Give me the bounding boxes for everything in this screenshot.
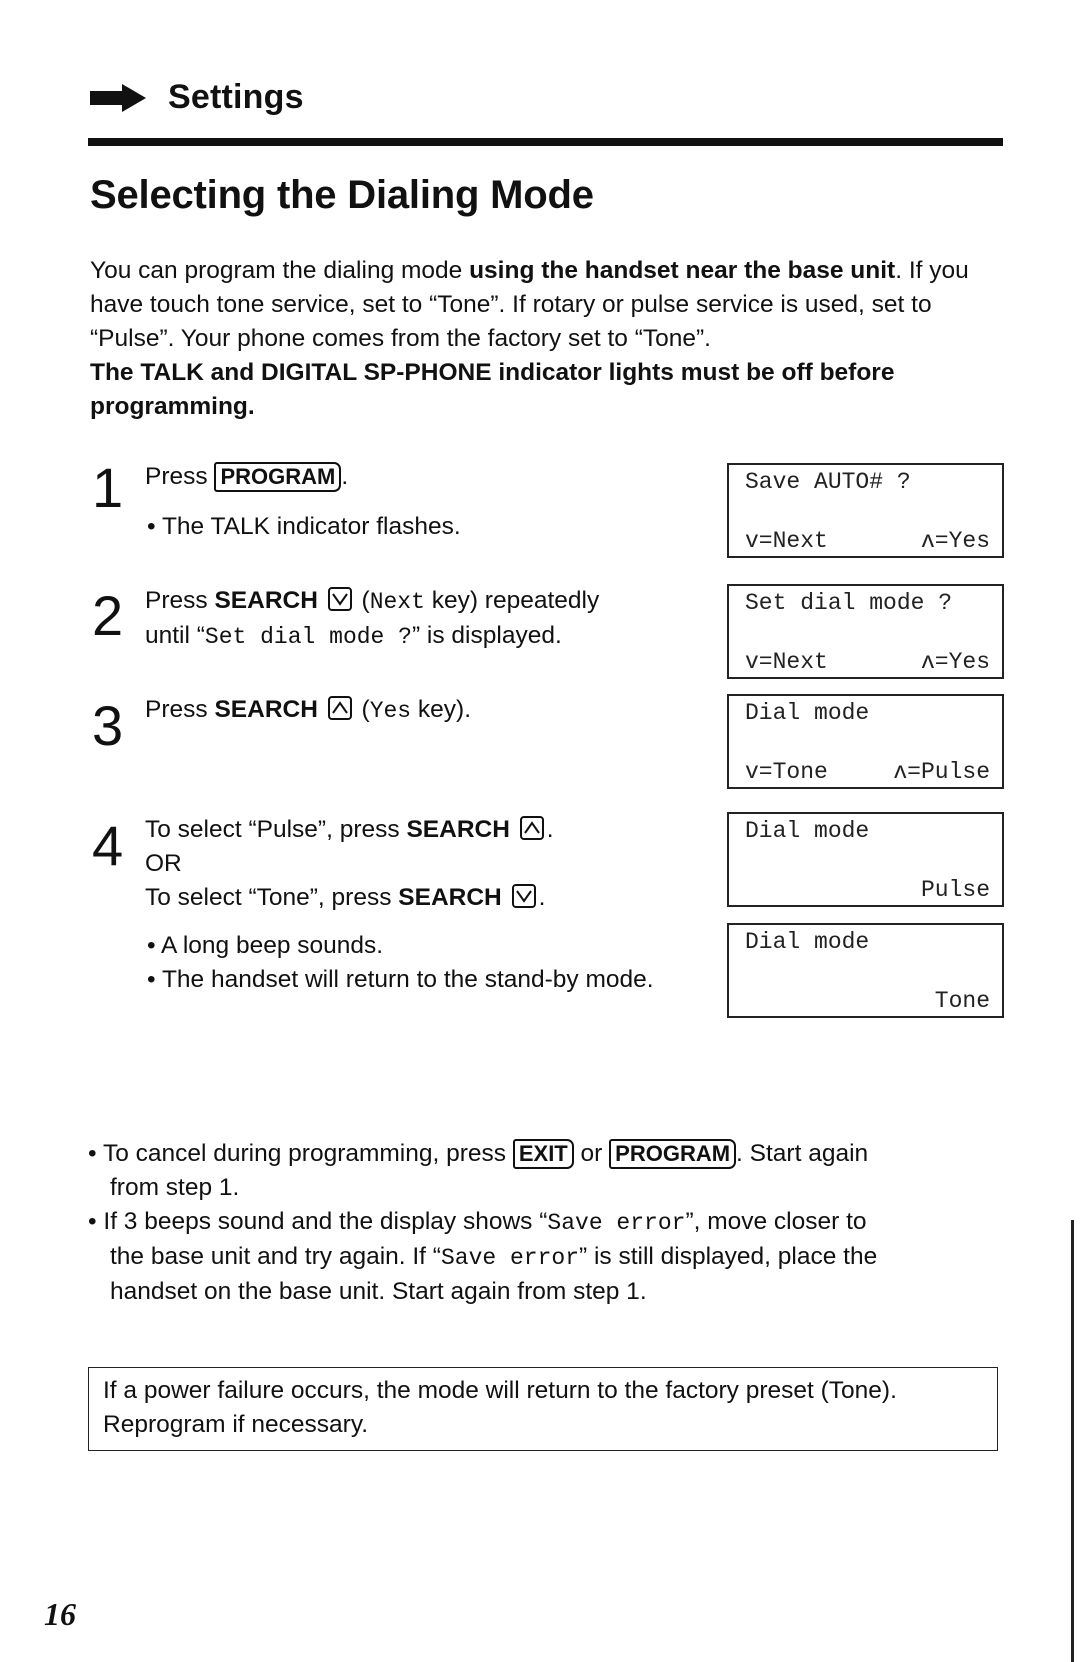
lcd-display: Dial mode v=Tone ʌ=Pulse bbox=[727, 694, 1004, 789]
lcd-line-2-right: Pulse bbox=[920, 877, 990, 903]
lcd-line-2-right: ʌ=Yes bbox=[920, 528, 990, 554]
step-1-end: . bbox=[341, 463, 349, 490]
lcd-line-1: Dial mode bbox=[745, 700, 870, 726]
note-text: To cancel during programming, press bbox=[102, 1140, 513, 1167]
step-3-text: Press SEARCH (Yes key). bbox=[145, 693, 471, 728]
lcd-line-1: Dial mode bbox=[745, 929, 870, 955]
search-up-button-icon bbox=[519, 816, 544, 840]
bullet-item: • The handset will return to the stand-b… bbox=[147, 963, 667, 997]
lcd-line-2-left: v=Next bbox=[745, 649, 828, 675]
search-label: SEARCH bbox=[398, 884, 502, 911]
intro-text: You can program the dialing mode bbox=[90, 257, 470, 284]
search-label: SEARCH bbox=[406, 816, 510, 843]
yes-key-label: Yes bbox=[369, 698, 412, 724]
step-number-1: 1 bbox=[92, 456, 124, 519]
bullet-dot: • bbox=[88, 1208, 97, 1235]
paren: key). bbox=[411, 696, 472, 723]
step-number-4: 4 bbox=[92, 814, 124, 877]
select-tone-text: To select “Tone”, press bbox=[145, 884, 399, 911]
bullet-item: • A long beep sounds. bbox=[147, 929, 667, 963]
bullet-dot: • bbox=[147, 513, 156, 540]
search-up-button-icon bbox=[327, 696, 352, 720]
bullet-text: The TALK indicator flashes. bbox=[161, 513, 461, 540]
paren: key) repeatedly bbox=[424, 587, 600, 614]
select-pulse-text: To select “Pulse”, press bbox=[145, 816, 407, 843]
lcd-line-2-right: ʌ=Yes bbox=[920, 649, 990, 675]
program-key: PROGRAM bbox=[609, 1139, 737, 1169]
intro-bold-text: using the handset near the base unit bbox=[469, 257, 896, 284]
note-text: handset on the base unit. Start again fr… bbox=[110, 1278, 647, 1305]
note-text: from step 1. bbox=[110, 1174, 240, 1201]
lcd-line-1: Dial mode bbox=[745, 818, 870, 844]
note-text: ” is still displayed, place the bbox=[579, 1243, 878, 1270]
step-1-bullet: • The TALK indicator flashes. bbox=[147, 510, 461, 544]
paren: ( bbox=[354, 696, 370, 723]
notice-text: If a power failure occurs, the mode will… bbox=[103, 1374, 993, 1442]
intro-paragraph: You can program the dialing mode using t… bbox=[90, 254, 1010, 424]
step-3-press: Press bbox=[145, 696, 215, 723]
lcd-line-1: Set dial mode ? bbox=[745, 590, 953, 616]
lcd-display: Dial mode Tone bbox=[727, 923, 1004, 1018]
note-text: or bbox=[573, 1140, 610, 1167]
step-number-3: 3 bbox=[92, 694, 124, 757]
section-header: Settings bbox=[90, 78, 304, 117]
arrow-right-icon bbox=[90, 83, 146, 112]
bullet-dot: • bbox=[88, 1140, 97, 1167]
lcd-line-2-right: ʌ=Pulse bbox=[893, 759, 990, 785]
note-error: • If 3 beeps sound and the display shows… bbox=[88, 1205, 1008, 1309]
lcd-display: Set dial mode ? v=Next ʌ=Yes bbox=[727, 584, 1004, 679]
paren: ( bbox=[354, 587, 370, 614]
error-display-text: Save error bbox=[440, 1245, 579, 1271]
note-cancel: • To cancel during programming, press EX… bbox=[88, 1137, 1008, 1205]
search-label: SEARCH bbox=[214, 587, 318, 614]
note-text: ”, move closer to bbox=[685, 1208, 867, 1235]
search-down-button-icon bbox=[327, 587, 352, 611]
lcd-line-2-left: v=Next bbox=[745, 528, 828, 554]
note-text: the base unit and try again. If “ bbox=[110, 1243, 441, 1270]
until-text: until “ bbox=[145, 622, 205, 649]
exit-key: EXIT bbox=[512, 1139, 574, 1169]
page-number: 16 bbox=[44, 1596, 76, 1632]
intro-warning: The TALK and DIGITAL SP-PHONE indicator … bbox=[90, 359, 895, 420]
note-text: . Start again bbox=[736, 1140, 869, 1167]
until-end-text: ” is displayed. bbox=[411, 622, 562, 649]
notice-line: Reprogram if necessary. bbox=[103, 1411, 369, 1438]
lcd-display: Save AUTO# ? v=Next ʌ=Yes bbox=[727, 463, 1004, 558]
next-key-label: Next bbox=[369, 589, 425, 615]
section-title: Settings bbox=[168, 78, 304, 116]
lcd-display: Dial mode Pulse bbox=[727, 812, 1004, 907]
page-edge-line bbox=[1071, 1220, 1074, 1662]
error-display-text: Save error bbox=[547, 1210, 686, 1236]
bullet-dot: • bbox=[147, 966, 156, 993]
step-1-press: Press bbox=[145, 463, 215, 490]
notice-line: If a power failure occurs, the mode will… bbox=[103, 1377, 897, 1404]
step-2-text: Press SEARCH (Next key) repeatedly until… bbox=[145, 584, 599, 654]
program-key: PROGRAM bbox=[214, 462, 342, 492]
step-4-text: To select “Pulse”, press SEARCH . OR To … bbox=[145, 816, 554, 911]
search-label: SEARCH bbox=[214, 696, 318, 723]
bullet-dot: • bbox=[147, 932, 156, 959]
lcd-line-2-right: Tone bbox=[934, 988, 990, 1014]
lcd-line-1: Save AUTO# ? bbox=[745, 469, 911, 495]
notice-box: If a power failure occurs, the mode will… bbox=[88, 1367, 998, 1451]
step-2-press: Press bbox=[145, 587, 215, 614]
lcd-line-2-left: v=Tone bbox=[745, 759, 828, 785]
bullet-text: The handset will return to the stand-by … bbox=[161, 966, 654, 993]
search-down-button-icon bbox=[511, 884, 536, 908]
note-text: If 3 beeps sound and the display shows “ bbox=[103, 1208, 548, 1235]
step-4-bullets: • A long beep sounds. • The handset will… bbox=[147, 929, 667, 997]
step-number-2: 2 bbox=[92, 584, 124, 647]
header-rule bbox=[88, 138, 1003, 146]
bullet-text: A long beep sounds. bbox=[161, 932, 384, 959]
page-title: Selecting the Dialing Mode bbox=[90, 173, 594, 217]
display-text: Set dial mode ? bbox=[204, 624, 412, 650]
or-text: OR bbox=[145, 850, 182, 877]
step-1-text: Press PROGRAM. bbox=[145, 460, 348, 494]
